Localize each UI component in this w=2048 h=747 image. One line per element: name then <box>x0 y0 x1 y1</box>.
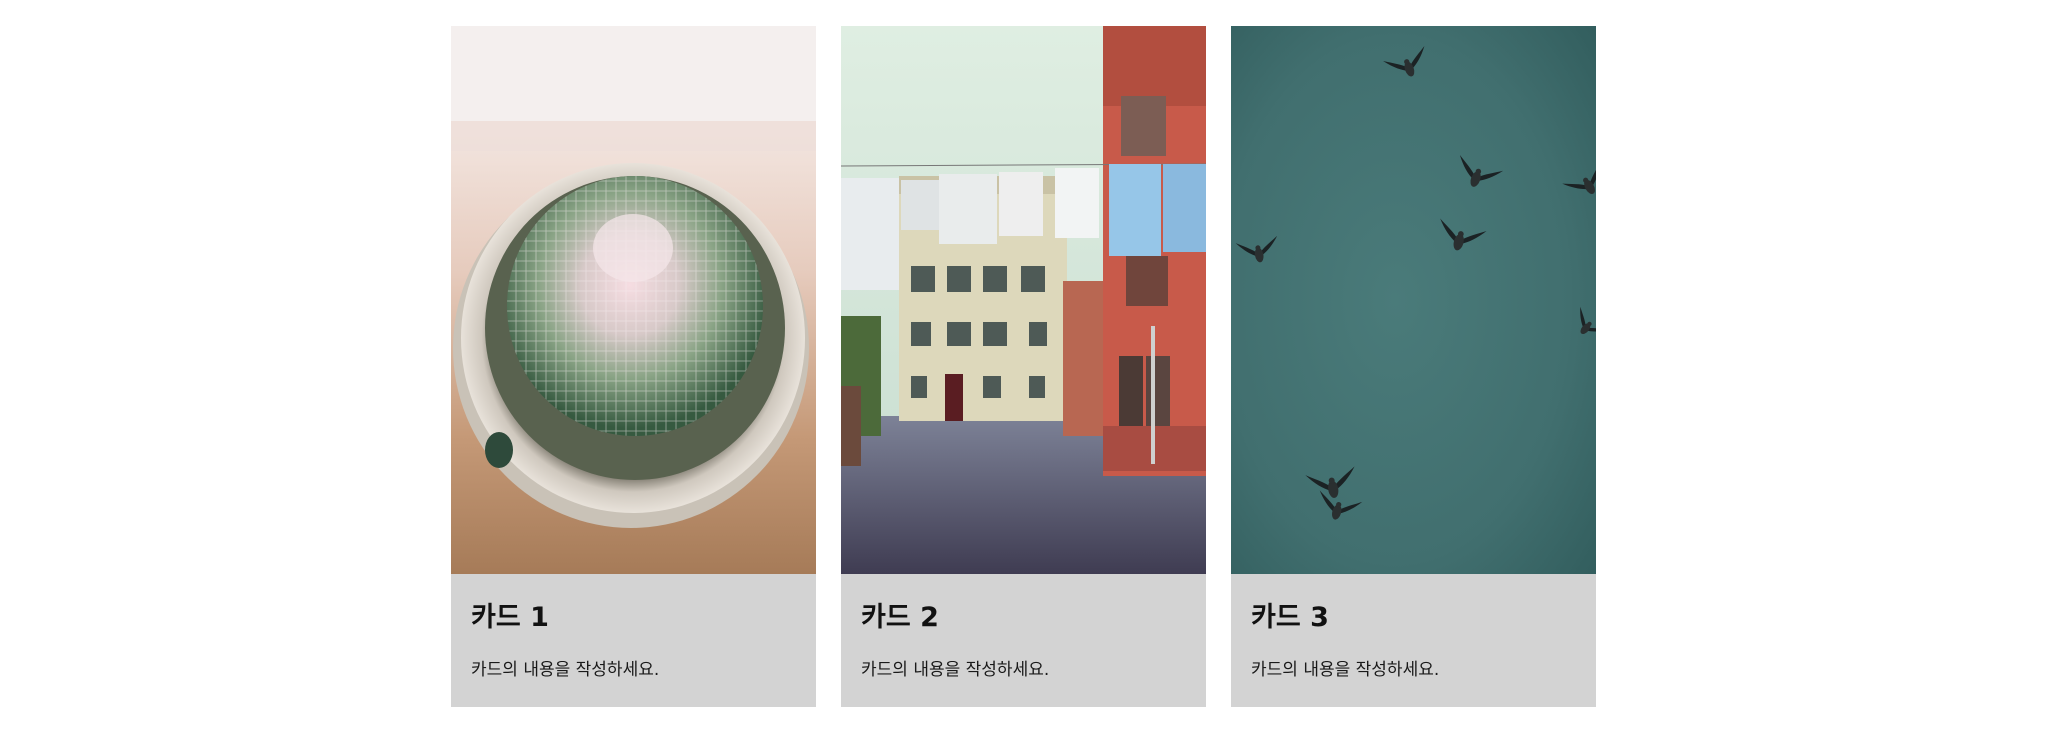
card-title: 카드 3 <box>1251 602 1329 633</box>
card-body: 카드 2 카드의 내용을 작성하세요. <box>841 574 1206 707</box>
card-title: 카드 1 <box>471 602 549 633</box>
card-title: 카드 2 <box>861 602 939 633</box>
card-text: 카드의 내용을 작성하세요. <box>471 660 660 680</box>
card-body: 카드 3 카드의 내용을 작성하세요. <box>1231 574 1596 707</box>
card-body: 카드 1 카드의 내용을 작성하세요. <box>451 574 816 707</box>
card-text: 카드의 내용을 작성하세요. <box>1251 660 1440 680</box>
card-2: 카드 2 카드의 내용을 작성하세요. <box>841 26 1206 707</box>
card-1: 카드 1 카드의 내용을 작성하세요. <box>451 26 816 707</box>
street-image <box>841 26 1206 574</box>
card-3: 카드 3 카드의 내용을 작성하세요. <box>1231 26 1596 707</box>
page: 카드 1 카드의 내용을 작성하세요. 카드 2 카드의 내용을 작성하세요. … <box>0 0 2048 747</box>
cactus-image <box>451 26 816 574</box>
card-text: 카드의 내용을 작성하세요. <box>861 660 1050 680</box>
birds-image <box>1231 26 1596 574</box>
